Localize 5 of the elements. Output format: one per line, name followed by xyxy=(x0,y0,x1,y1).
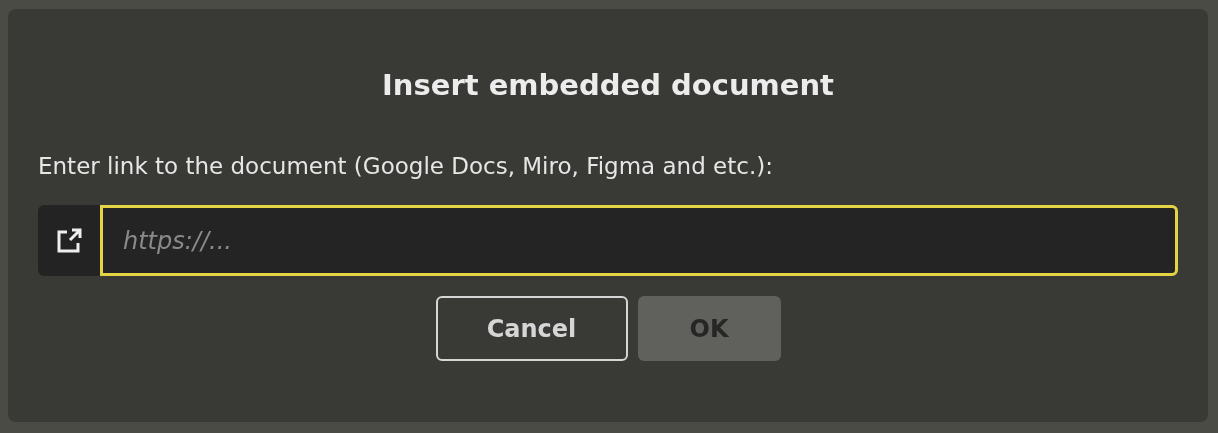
link-input-field[interactable]: https://... xyxy=(100,205,1178,276)
dialog-title: Insert embedded document xyxy=(382,67,834,104)
field-label: Enter link to the document (Google Docs, Miro, Figma and etc.): xyxy=(38,152,773,181)
cancel-button[interactable]: Cancel xyxy=(435,296,628,361)
external-link-icon xyxy=(55,226,83,255)
